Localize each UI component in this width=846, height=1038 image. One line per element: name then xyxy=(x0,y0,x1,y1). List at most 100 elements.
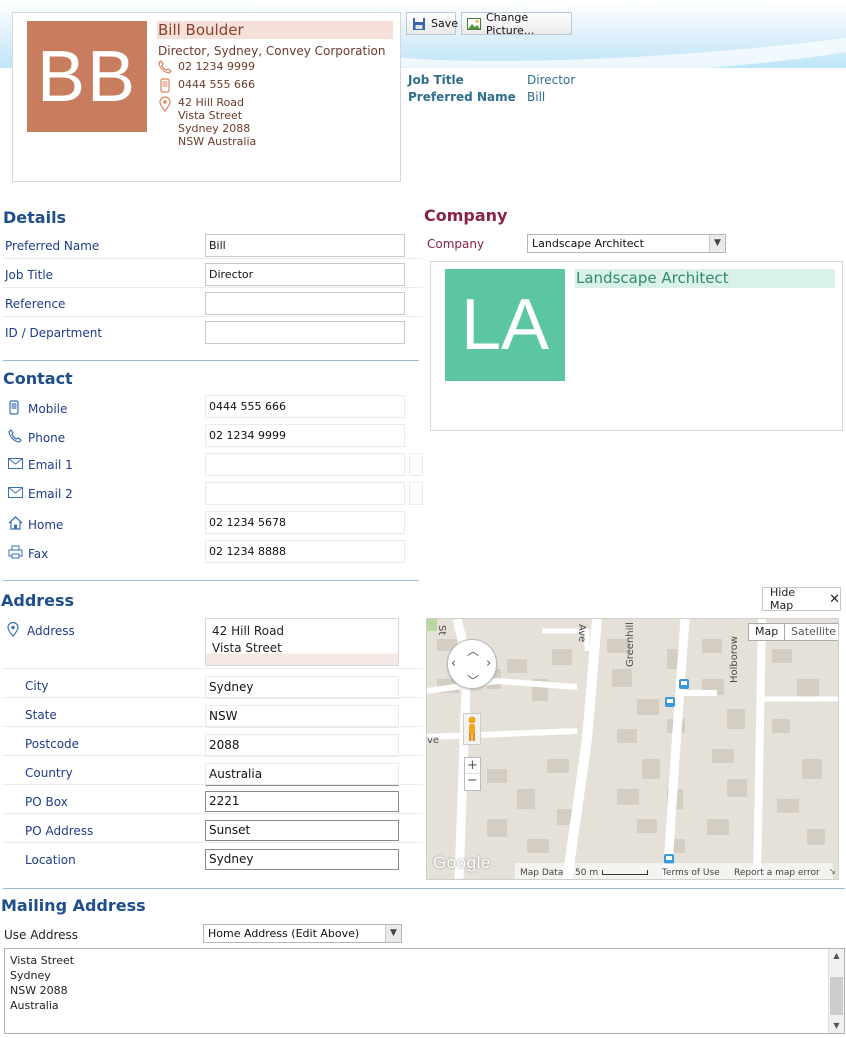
contact-name: Bill Boulder xyxy=(157,21,393,39)
summary-job-title-label: Job Title xyxy=(408,73,464,87)
report-map-error-link[interactable]: Report a map error xyxy=(734,868,820,878)
summary-preferred-name-label: Preferred Name xyxy=(408,90,516,104)
contact-avatar[interactable]: BB xyxy=(27,21,147,132)
use-address-select-value: Home Address (Edit Above) xyxy=(208,927,360,940)
fax-input[interactable]: 02 1234 8888 xyxy=(205,540,405,563)
close-icon[interactable]: ✕ xyxy=(829,592,840,607)
job-title-input[interactable]: Director xyxy=(205,263,405,286)
preferred-name-input[interactable]: Bill xyxy=(205,234,405,257)
card-address-line-2: Vista Street xyxy=(178,109,243,122)
resize-corner-icon[interactable]: ↘ xyxy=(828,867,836,877)
summary-preferred-name-value: Bill xyxy=(527,90,546,104)
mobile-icon xyxy=(158,78,174,93)
address-map[interactable]: St Ave Greenhill Holborow ve ︿ ﹀ ‹ › + −… xyxy=(426,618,839,880)
zoom-control[interactable]: + − xyxy=(464,757,481,791)
picture-icon xyxy=(467,17,481,31)
location-label: Location xyxy=(25,853,76,867)
map-street-label: ve xyxy=(427,735,439,746)
company-select[interactable]: Landscape Architect ▼ xyxy=(527,234,726,253)
location-pin-icon xyxy=(7,621,23,640)
map-street-label: Holborow xyxy=(729,636,740,683)
fax-icon xyxy=(8,545,24,562)
pan-right-icon[interactable]: › xyxy=(486,656,491,671)
pan-down-icon[interactable]: ﹀ xyxy=(467,672,479,689)
map-data-link[interactable]: Map Data xyxy=(520,868,563,878)
email1-input[interactable] xyxy=(205,453,405,476)
company-section-title: Company xyxy=(424,206,508,225)
save-button[interactable]: Save xyxy=(406,12,459,35)
change-picture-button[interactable]: Change Picture... xyxy=(461,10,572,37)
email2-extra-input[interactable] xyxy=(409,482,423,505)
google-logo: Google xyxy=(433,853,491,872)
address-street-label: Address xyxy=(7,621,75,640)
chevron-down-icon[interactable]: ▼ xyxy=(385,925,401,942)
textarea-scrollbar[interactable]: ▲ ▼ xyxy=(828,949,844,1033)
po-box-input[interactable]: 2221 xyxy=(205,791,399,812)
card-address-line-4: NSW Australia xyxy=(178,135,257,148)
company-name: Landscape Architect xyxy=(575,269,835,288)
scrollbar-thumb[interactable] xyxy=(830,977,843,1015)
scroll-up-icon[interactable]: ▲ xyxy=(829,949,844,963)
street-address-textarea[interactable]: 42 Hill Road Vista Street xyxy=(205,618,399,666)
street-view-pegman-icon[interactable] xyxy=(463,713,481,745)
location-input[interactable]: Sydney xyxy=(205,849,399,870)
pan-control[interactable]: ︿ ﹀ ‹ › xyxy=(447,639,497,689)
pan-left-icon[interactable]: ‹ xyxy=(451,656,456,671)
terms-of-use-link[interactable]: Terms of Use xyxy=(662,868,720,878)
city-input[interactable]: Sydney xyxy=(205,676,399,699)
mobile-label: Mobile xyxy=(8,400,67,418)
card-phone-line: 02 1234 9999 xyxy=(158,60,255,74)
email1-extra-input[interactable] xyxy=(409,453,423,476)
po-address-input[interactable]: Sunset xyxy=(205,820,399,841)
details-section-title: Details xyxy=(3,208,67,227)
job-title-label: Job Title xyxy=(5,268,54,282)
chevron-down-icon[interactable]: ▼ xyxy=(709,235,725,252)
location-pin-icon xyxy=(158,96,174,112)
home-icon xyxy=(8,516,24,533)
home-input[interactable]: 02 1234 5678 xyxy=(205,511,405,534)
company-panel: LA Landscape Architect xyxy=(430,261,843,431)
phone-icon xyxy=(8,429,24,446)
contact-card: BB Bill Boulder Director, Sydney, Convey… xyxy=(12,12,401,182)
card-address-line-3: Sydney 2088 xyxy=(178,122,251,135)
map-type-satellite-button[interactable]: Satellite xyxy=(784,623,838,641)
map-street-label: Greenhill xyxy=(625,622,636,667)
id-department-input[interactable] xyxy=(205,321,405,344)
email-icon xyxy=(8,487,24,501)
phone-input[interactable]: 02 1234 9999 xyxy=(205,424,405,447)
fax-label: Fax xyxy=(8,545,48,562)
city-label: City xyxy=(25,679,49,693)
map-type-map-button[interactable]: Map xyxy=(748,623,786,641)
phone-label: Phone xyxy=(8,429,65,446)
zoom-in-icon[interactable]: + xyxy=(465,758,480,774)
mobile-input[interactable]: 0444 555 666 xyxy=(205,395,405,418)
id-department-label: ID / Department xyxy=(5,326,103,340)
postcode-input[interactable]: 2088 xyxy=(205,734,399,757)
mailing-address-section-title: Mailing Address xyxy=(1,896,146,915)
home-label: Home xyxy=(8,516,63,533)
email-icon xyxy=(8,458,24,472)
change-picture-label: Change Picture... xyxy=(486,10,535,37)
map-scale-bar xyxy=(602,870,648,875)
save-button-label: Save xyxy=(431,17,459,30)
scroll-down-icon[interactable]: ▼ xyxy=(829,1019,844,1033)
po-address-label: PO Address xyxy=(25,824,94,838)
summary-job-title-value: Director xyxy=(527,73,576,87)
zoom-out-icon[interactable]: − xyxy=(465,774,480,790)
company-avatar: LA xyxy=(445,269,565,381)
mailing-address-textarea[interactable]: Vista Street Sydney NSW 2088 Australia ▲… xyxy=(4,948,845,1034)
card-mobile: 0444 555 666 xyxy=(178,78,255,91)
use-address-select[interactable]: Home Address (Edit Above) ▼ xyxy=(203,924,402,943)
card-address-line-1: 42 Hill Road xyxy=(178,96,245,109)
card-mobile-line: 0444 555 666 xyxy=(158,78,255,93)
state-label: State xyxy=(25,708,57,722)
email2-input[interactable] xyxy=(205,482,405,505)
state-input[interactable]: NSW xyxy=(205,705,399,728)
phone-icon xyxy=(158,60,174,74)
country-label: Country xyxy=(25,766,73,780)
hide-map-button[interactable]: Hide Map ✕ xyxy=(762,586,841,612)
pan-up-icon[interactable]: ︿ xyxy=(467,642,479,659)
country-input[interactable]: Australia xyxy=(205,763,399,786)
postcode-label: Postcode xyxy=(25,737,80,751)
reference-input[interactable] xyxy=(205,292,405,315)
